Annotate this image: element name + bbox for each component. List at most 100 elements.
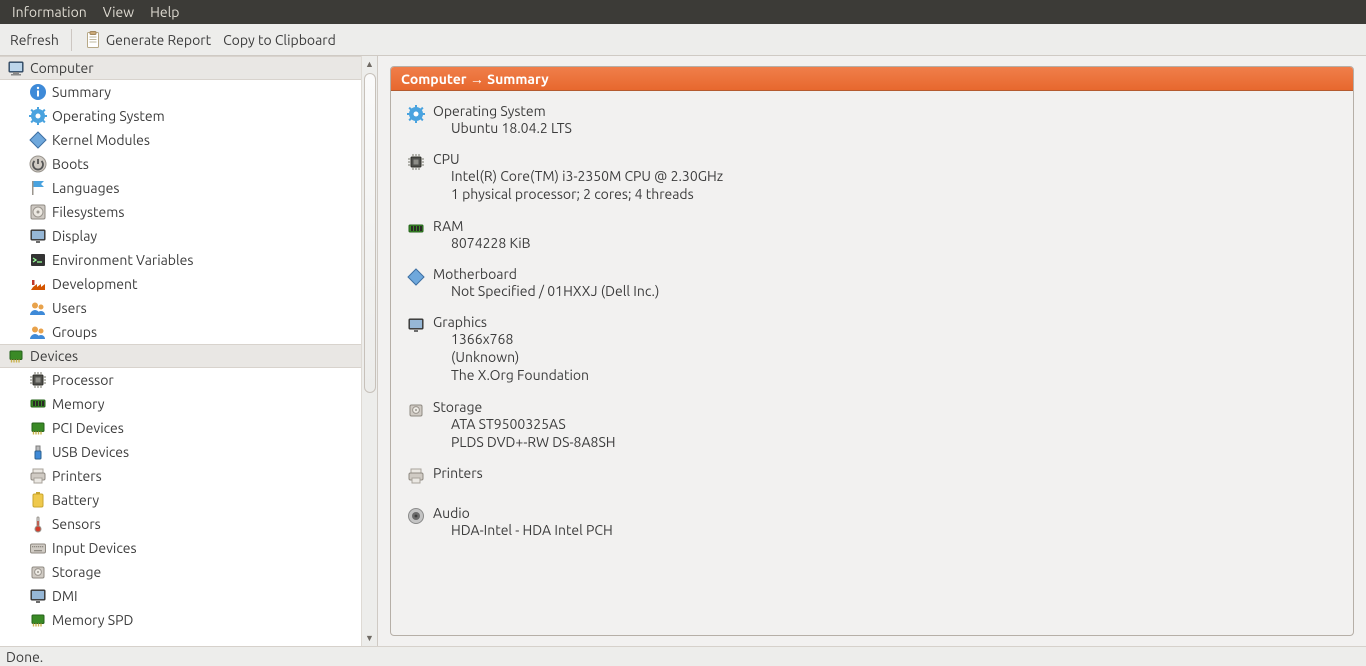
section-line: 8074228 KiB <box>451 234 1339 252</box>
tree-label: Operating System <box>52 108 165 124</box>
section-line: 1366x768 <box>451 330 1339 348</box>
menu-information[interactable]: Information <box>4 0 95 24</box>
keyboard-icon <box>28 538 48 558</box>
section-title: CPU <box>433 151 1339 167</box>
tree-item-development[interactable]: Development <box>0 272 362 296</box>
section-title: Graphics <box>433 314 1339 330</box>
tree: Computer Summary Operating System Kernel… <box>0 56 362 646</box>
panel-header: Computer → Summary <box>391 67 1353 91</box>
section-line: 1 physical processor; 2 cores; 4 threads <box>451 185 1339 203</box>
toolbar: Refresh Generate Report Copy to Clipboar… <box>0 24 1366 56</box>
chip-icon <box>405 151 427 173</box>
battery-icon <box>28 490 48 510</box>
info-icon <box>28 82 48 102</box>
tree-item-pci-devices[interactable]: PCI Devices <box>0 416 362 440</box>
copy-to-clipboard-button[interactable]: Copy to Clipboard <box>217 24 342 55</box>
tree-label: Processor <box>52 372 114 388</box>
ram-icon <box>28 394 48 414</box>
thermometer-icon <box>28 514 48 534</box>
section-motherboard: Motherboard Not Specified / 01HXXJ (Dell… <box>405 266 1339 300</box>
tree-item-sensors[interactable]: Sensors <box>0 512 362 536</box>
tree-item-input-devices[interactable]: Input Devices <box>0 536 362 560</box>
hdd-icon <box>28 562 48 582</box>
factory-icon <box>28 274 48 294</box>
monitor-icon <box>6 58 26 78</box>
tree-item-dmi[interactable]: DMI <box>0 584 362 608</box>
gear-icon <box>405 103 427 125</box>
users-icon <box>28 322 48 342</box>
generate-report-label: Generate Report <box>106 32 211 48</box>
section-os: Operating System Ubuntu 18.04.2 LTS <box>405 103 1339 137</box>
menubar: Information View Help <box>0 0 1366 24</box>
menu-help[interactable]: Help <box>142 0 187 24</box>
tree-item-boots[interactable]: Boots <box>0 152 362 176</box>
main: Computer Summary Operating System Kernel… <box>0 56 1366 646</box>
tree-label: Storage <box>52 564 101 580</box>
tree-root-computer[interactable]: Computer <box>0 56 362 80</box>
section-title: Audio <box>433 505 1339 521</box>
section-graphics: Graphics 1366x768 (Unknown) The X.Org Fo… <box>405 314 1339 385</box>
section-audio: Audio HDA-Intel - HDA Intel PCH <box>405 505 1339 539</box>
tree-label: Users <box>52 300 87 316</box>
section-title: Storage <box>433 399 1339 415</box>
panel-body: Operating System Ubuntu 18.04.2 LTS CPU … <box>391 91 1353 635</box>
chip-icon <box>28 370 48 390</box>
tree-label: Kernel Modules <box>52 132 150 148</box>
scroll-down-button[interactable]: ▼ <box>362 630 377 646</box>
terminal-icon <box>28 250 48 270</box>
tree-item-kernel-modules[interactable]: Kernel Modules <box>0 128 362 152</box>
tree-label: Groups <box>52 324 97 340</box>
section-storage: Storage ATA ST9500325AS PLDS DVD+-RW DS-… <box>405 399 1339 451</box>
tree-item-memory[interactable]: Memory <box>0 392 362 416</box>
generate-report-button[interactable]: Generate Report <box>78 24 217 55</box>
tree-item-usb-devices[interactable]: USB Devices <box>0 440 362 464</box>
tree-item-operating-system[interactable]: Operating System <box>0 104 362 128</box>
tree-root-devices[interactable]: Devices <box>0 344 362 368</box>
content: Computer → Summary Operating System Ubun… <box>378 56 1366 646</box>
flag-icon <box>28 178 48 198</box>
disk-icon <box>28 202 48 222</box>
menu-view[interactable]: View <box>95 0 142 24</box>
section-line: Not Specified / 01HXXJ (Dell Inc.) <box>451 282 1339 300</box>
tree-item-memory-spd[interactable]: Memory SPD <box>0 608 362 632</box>
tree-item-languages[interactable]: Languages <box>0 176 362 200</box>
tree-item-groups[interactable]: Groups <box>0 320 362 344</box>
tree-item-users[interactable]: Users <box>0 296 362 320</box>
section-title: Operating System <box>433 103 1339 119</box>
tree-label: Input Devices <box>52 540 137 556</box>
tree-label: Development <box>52 276 138 292</box>
scrollbar[interactable]: ▲ ▼ <box>361 56 377 646</box>
sidebar: Computer Summary Operating System Kernel… <box>0 56 378 646</box>
section-line: The X.Org Foundation <box>451 366 1339 384</box>
scroll-up-button[interactable]: ▲ <box>362 56 377 72</box>
scroll-thumb[interactable] <box>364 73 376 393</box>
tree-item-summary[interactable]: Summary <box>0 80 362 104</box>
refresh-button[interactable]: Refresh <box>4 24 65 55</box>
diamond-icon <box>28 130 48 150</box>
tree-label: Languages <box>52 180 119 196</box>
section-title: Printers <box>433 465 1339 481</box>
diamond-icon <box>405 266 427 288</box>
report-icon <box>84 31 102 49</box>
display-icon <box>28 586 48 606</box>
section-title: RAM <box>433 218 1339 234</box>
tree-label: Sensors <box>52 516 101 532</box>
section-line: ATA ST9500325AS <box>451 415 1339 433</box>
copy-to-clipboard-label: Copy to Clipboard <box>223 32 336 48</box>
display-icon <box>28 226 48 246</box>
toolbar-separator <box>71 29 72 51</box>
section-line: PLDS DVD+-RW DS-8A8SH <box>451 433 1339 451</box>
tree-item-battery[interactable]: Battery <box>0 488 362 512</box>
tree-item-processor[interactable]: Processor <box>0 368 362 392</box>
tree-item-filesystems[interactable]: Filesystems <box>0 200 362 224</box>
tree-item-storage[interactable]: Storage <box>0 560 362 584</box>
section-line: (Unknown) <box>451 348 1339 366</box>
tree-item-display[interactable]: Display <box>0 224 362 248</box>
ram-icon <box>405 218 427 240</box>
tree-label: Computer <box>30 60 94 76</box>
status-text: Done. <box>6 649 43 665</box>
hdd-icon <box>405 399 427 421</box>
tree-item-printers[interactable]: Printers <box>0 464 362 488</box>
tree-item-env-vars[interactable]: Environment Variables <box>0 248 362 272</box>
tree-label: Boots <box>52 156 89 172</box>
